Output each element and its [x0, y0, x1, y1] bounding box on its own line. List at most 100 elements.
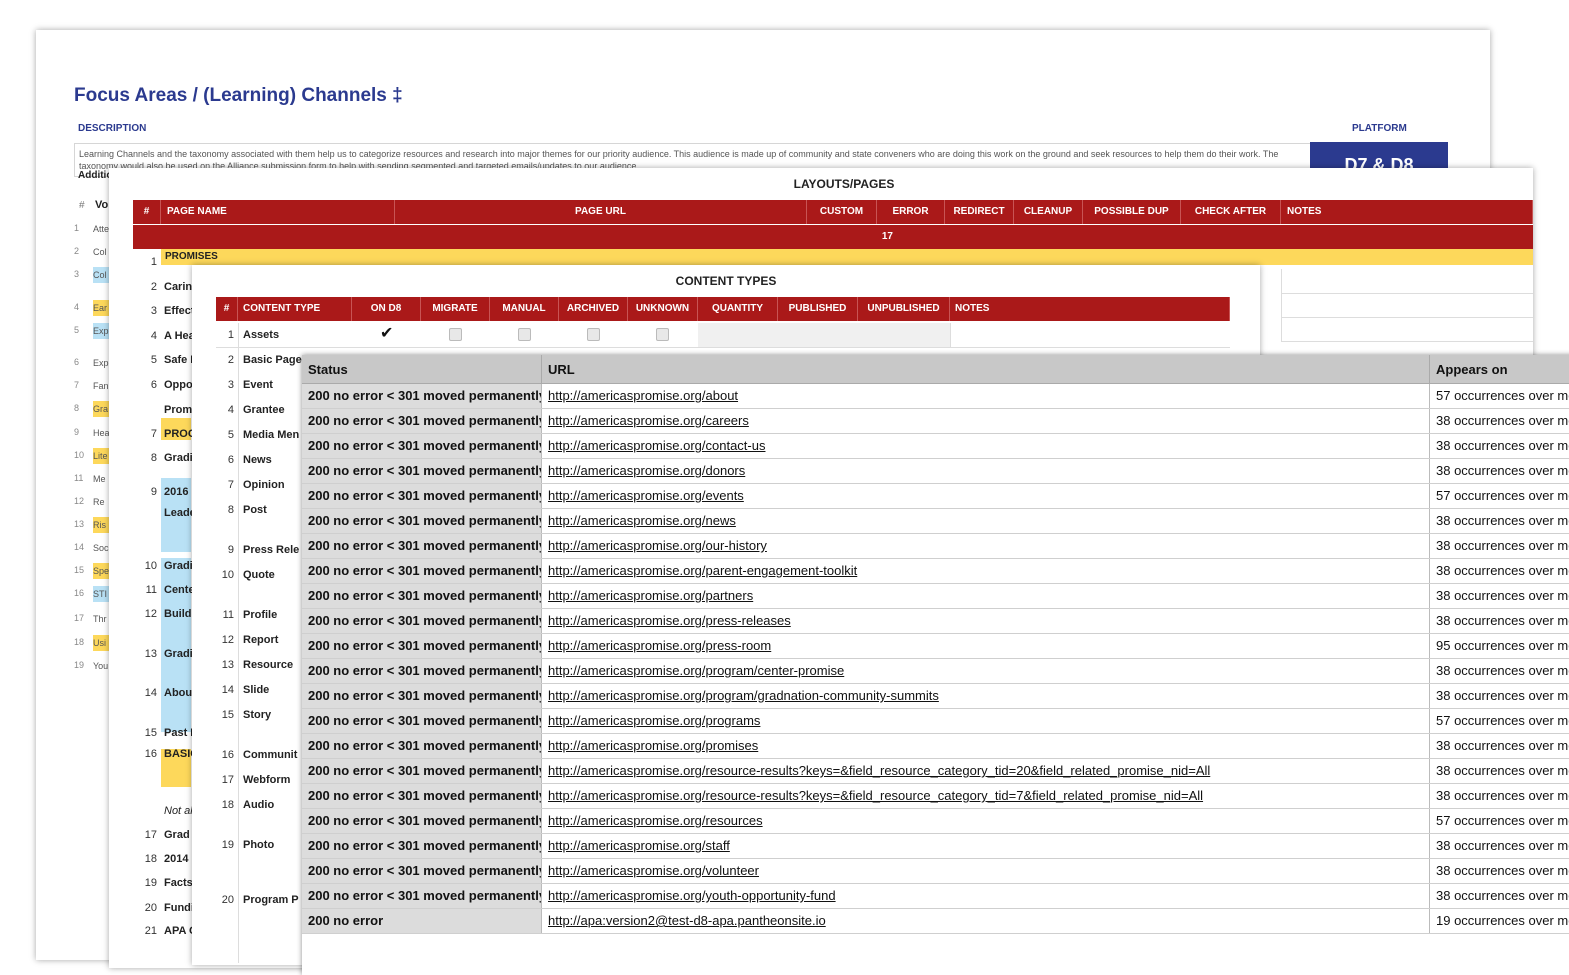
url-link[interactable]: http://americaspromise.org/parent-engage… — [542, 559, 1430, 583]
table-row[interactable]: 200 no error < 301 moved permanently http… — [302, 509, 1569, 534]
url-link[interactable]: http://americaspromise.org/press-release… — [542, 609, 1430, 633]
url-link[interactable]: http://americaspromise.org/careers — [542, 409, 1430, 433]
url-link[interactable]: http://americaspromise.org/contact-us — [542, 434, 1430, 458]
table-row[interactable]: 5 Media Men — [216, 429, 302, 447]
url-link[interactable]: http://americaspromise.org/news — [542, 509, 1430, 533]
focus-area-cell[interactable]: Col — [93, 267, 109, 283]
quantity-cell[interactable] — [698, 323, 779, 347]
row-number: 8 — [150, 452, 157, 464]
table-row[interactable]: 17 Webform — [216, 774, 302, 792]
table-row[interactable]: 12 Report — [216, 634, 302, 652]
table-row[interactable]: 2 Basic Page — [216, 354, 302, 372]
url-link[interactable]: http://americaspromise.org/volunteer — [542, 859, 1430, 883]
url-link[interactable]: http://americaspromise.org/program/cente… — [542, 659, 1430, 683]
url-link[interactable]: http://americaspromise.org/donors — [542, 459, 1430, 483]
focus-area-cell[interactable]: Atte — [93, 221, 109, 237]
table-row[interactable]: 200 no error < 301 moved permanently http… — [302, 734, 1569, 759]
table-row[interactable]: 200 no error < 301 moved permanently http… — [302, 459, 1569, 484]
url-link[interactable]: http://americaspromise.org/press-room — [542, 634, 1430, 658]
table-row[interactable]: 15 Story — [216, 709, 302, 727]
table-row[interactable]: 4 Grantee — [216, 404, 302, 422]
focus-area-cell[interactable]: Re — [93, 494, 109, 510]
table-row[interactable]: 9 Press Rele — [216, 544, 302, 562]
url-link[interactable]: http://americaspromise.org/partners — [542, 584, 1430, 608]
table-row[interactable]: 200 no error < 301 moved permanently http… — [302, 859, 1569, 884]
url-link[interactable]: http://americaspromise.org/resource-resu… — [542, 759, 1430, 783]
table-row[interactable]: 200 no error < 301 moved permanently http… — [302, 709, 1569, 734]
table-row[interactable]: 19 Photo — [216, 839, 302, 857]
table-row[interactable]: 200 no error < 301 moved permanently http… — [302, 434, 1569, 459]
table-row[interactable]: 200 no error < 301 moved permanently http… — [302, 609, 1569, 634]
unpublished-cell[interactable] — [858, 323, 951, 347]
table-row[interactable]: 200 no error < 301 moved permanently http… — [302, 684, 1569, 709]
table-row[interactable]: 200 no error < 301 moved permanently http… — [302, 384, 1569, 409]
table-row[interactable]: 200 no error < 301 moved permanently http… — [302, 409, 1569, 434]
url-link[interactable]: http://americaspromise.org/staff — [542, 834, 1430, 858]
table-row[interactable]: 200 no error < 301 moved permanently http… — [302, 559, 1569, 584]
focus-area-cell[interactable]: Col — [93, 244, 109, 260]
url-link[interactable]: http://americaspromise.org/youth-opportu… — [542, 884, 1430, 908]
column-header: QUANTITY — [698, 297, 778, 321]
url-link[interactable]: http://americaspromise.org/resources — [542, 809, 1430, 833]
focus-area-cell[interactable]: You — [93, 658, 109, 674]
table-row[interactable]: 200 no error < 301 moved permanently http… — [302, 584, 1569, 609]
checkbox-manual[interactable] — [518, 328, 531, 341]
table-row: ✔ — [216, 323, 1230, 348]
table-row[interactable]: 200 no error < 301 moved permanently http… — [302, 534, 1569, 559]
table-row[interactable]: 200 no error < 301 moved permanently http… — [302, 834, 1569, 859]
table-row[interactable]: 200 no error http://apa:version2@test-d8-… — [302, 909, 1569, 934]
url-link[interactable]: http://americaspromise.org/resource-resu… — [542, 784, 1430, 808]
table-row[interactable]: 16 Communit — [216, 749, 302, 767]
row-number: 16 — [221, 749, 234, 761]
focus-area-cell[interactable]: Exp — [93, 323, 109, 339]
table-row[interactable]: 13 Resource — [216, 659, 302, 677]
checkbox-unknown[interactable] — [656, 328, 669, 341]
url-link[interactable]: http://americaspromise.org/about — [542, 384, 1430, 408]
table-row[interactable]: 200 no error < 301 moved permanently http… — [302, 484, 1569, 509]
focus-area-cell[interactable]: Exp — [93, 355, 109, 371]
focus-area-cell[interactable]: Ear — [93, 300, 109, 316]
focus-area-cell[interactable]: Hea — [93, 425, 109, 441]
focus-area-cell[interactable]: Lite — [93, 448, 109, 464]
status-cell: 200 no error < 301 moved permanently — [302, 559, 542, 583]
notes-cell[interactable] — [1281, 269, 1533, 294]
url-link[interactable]: http://americaspromise.org/programs — [542, 709, 1430, 733]
table-row[interactable]: 200 no error < 301 moved permanently http… — [302, 759, 1569, 784]
checkmark-icon[interactable]: ✔ — [380, 323, 393, 343]
url-link[interactable]: http://americaspromise.org/events — [542, 484, 1430, 508]
table-row[interactable]: 200 no error < 301 moved permanently http… — [302, 634, 1569, 659]
checkbox-migrate[interactable] — [449, 328, 462, 341]
url-link[interactable]: http://apa:version2@test-d8-apa.pantheon… — [542, 909, 1430, 933]
table-row[interactable]: 20 Program P — [216, 894, 302, 912]
table-row[interactable]: 1 Assets — [216, 329, 302, 347]
table-row[interactable]: 200 no error < 301 moved permanently http… — [302, 884, 1569, 909]
table-row[interactable]: 3 Event — [216, 379, 302, 397]
table-row[interactable]: 6 News — [216, 454, 302, 472]
table-row[interactable]: 18 Audio — [216, 799, 302, 817]
table-row[interactable]: 200 no error < 301 moved permanently http… — [302, 659, 1569, 684]
table-row[interactable]: 200 no error < 301 moved permanently http… — [302, 784, 1569, 809]
table-row[interactable]: 8 Post — [216, 504, 302, 522]
focus-area-cell[interactable]: STI — [93, 586, 109, 602]
table-row[interactable]: 10 Quote — [216, 569, 302, 587]
notes-cell[interactable] — [1281, 317, 1533, 342]
url-link[interactable]: http://americaspromise.org/program/gradn… — [542, 684, 1430, 708]
table-row[interactable]: 200 no error < 301 moved permanently http… — [302, 809, 1569, 834]
focus-area-cell[interactable]: Ris — [93, 517, 109, 533]
focus-area-cell[interactable]: Soc — [93, 540, 109, 556]
focus-area-cell[interactable]: Usi — [93, 635, 109, 651]
url-link[interactable]: http://americaspromise.org/our-history — [542, 534, 1430, 558]
focus-area-cell[interactable]: Fan — [93, 378, 109, 394]
column-header: CHECK AFTER — [1181, 200, 1281, 224]
focus-area-cell[interactable]: Spe — [93, 563, 109, 579]
checkbox-archived[interactable] — [587, 328, 600, 341]
focus-area-cell[interactable]: Thr — [93, 611, 109, 627]
focus-area-cell[interactable]: Me — [93, 471, 109, 487]
table-row[interactable]: 14 Slide — [216, 684, 302, 702]
table-row[interactable]: 11 Profile — [216, 609, 302, 627]
notes-cell[interactable] — [1281, 293, 1533, 318]
published-cell[interactable] — [778, 323, 859, 347]
table-row[interactable]: 7 Opinion — [216, 479, 302, 497]
focus-area-cell[interactable]: Gra — [93, 401, 109, 417]
url-link[interactable]: http://americaspromise.org/promises — [542, 734, 1430, 758]
